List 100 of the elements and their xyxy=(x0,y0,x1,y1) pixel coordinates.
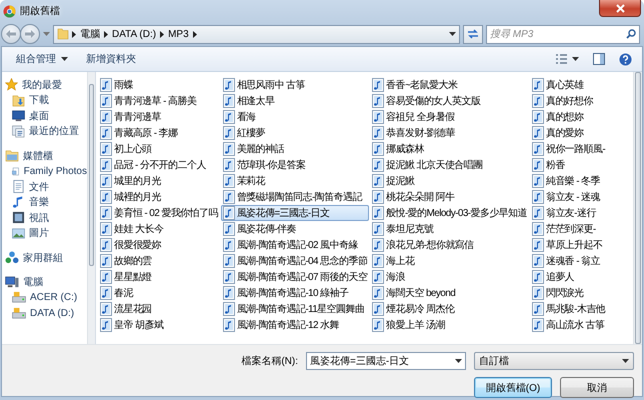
file-item[interactable]: 香香~老鼠愛大米 xyxy=(370,77,529,93)
file-item[interactable]: 桃花朵朵開 阿牛 xyxy=(370,189,529,205)
new-folder-button[interactable]: 新增資料夾 xyxy=(82,50,140,68)
view-options-button[interactable] xyxy=(554,52,581,66)
file-item[interactable]: 青青河邊草 - 高勝美 xyxy=(98,93,220,109)
sidebar-heading[interactable]: 電腦 xyxy=(5,274,87,290)
file-type-dropdown[interactable]: 自訂檔 xyxy=(474,352,634,370)
file-item[interactable]: 星星點燈 xyxy=(98,269,220,285)
file-item[interactable]: 粉香 xyxy=(530,157,608,173)
file-item[interactable]: 翁立友 - 迷魂 xyxy=(530,189,608,205)
sidebar-item[interactable]: 音樂 xyxy=(5,194,87,210)
refresh-button[interactable] xyxy=(463,24,483,44)
sidebar-heading[interactable]: 我的最愛 xyxy=(5,77,87,92)
file-item[interactable]: 春泥 xyxy=(98,285,220,301)
file-item[interactable]: 紅樓夢 xyxy=(220,125,370,141)
file-item[interactable]: 捉泥鰍 xyxy=(370,173,529,189)
filename-field[interactable]: 風姿花傳=三國志-日文 xyxy=(306,352,466,370)
file-item[interactable]: 娃娃 大长今 xyxy=(98,221,220,237)
file-item[interactable]: 浪花兄弟-想你就寫信 xyxy=(370,237,529,253)
file-item[interactable]: 純音樂 - 冬季 xyxy=(530,173,608,189)
file-item[interactable]: 青青河邊草 xyxy=(98,109,220,125)
file-item[interactable]: 挪威森林 xyxy=(370,141,529,157)
file-item[interactable]: 祝你一路順風- xyxy=(530,141,608,157)
file-item[interactable]: 泰坦尼克號 xyxy=(370,221,529,237)
file-item[interactable]: 風姿花傳=三國志-日文 xyxy=(220,205,370,221)
file-item[interactable]: 相思风雨中 古箏 xyxy=(220,77,370,93)
search-field[interactable]: 搜尋 MP3 xyxy=(486,24,640,44)
file-item[interactable]: 煙花易冷 周杰伦 xyxy=(370,301,529,317)
file-item[interactable]: 看海 xyxy=(220,109,370,125)
file-item[interactable]: 姜育恒 - 02 愛我你怕了吗 xyxy=(98,205,220,221)
file-item[interactable]: 捉泥鰍 北京天使合唱團 xyxy=(370,157,529,173)
file-item[interactable]: 皇帝 胡彥斌 xyxy=(98,317,220,333)
sidebar-item[interactable]: 最近的位置 xyxy=(5,124,87,139)
file-item[interactable]: 風潮-陶笛奇遇記-04 思念的季節 xyxy=(220,253,370,269)
file-item[interactable]: 初上心頭 xyxy=(98,141,220,157)
file-item[interactable]: 真的想妳 xyxy=(530,109,608,125)
file-item[interactable]: 青藏高原 - 李娜 xyxy=(98,125,220,141)
sidebar-item[interactable]: DATA (D:) xyxy=(5,306,87,321)
file-item[interactable]: 海上花 xyxy=(370,253,529,269)
file-item[interactable]: 風潮-陶笛奇遇記-10 綠袖子 xyxy=(220,285,370,301)
file-item[interactable]: 風潮-陶笛奇遇記-02 風中奇緣 xyxy=(220,237,370,253)
file-item[interactable]: 容易受傷的女人英文版 xyxy=(370,93,529,109)
file-item[interactable]: 美麗的神話 xyxy=(220,141,370,157)
cancel-button[interactable]: 取消 xyxy=(560,377,634,398)
organize-menu-button[interactable]: 組合管理 xyxy=(12,50,72,68)
preview-pane-button[interactable] xyxy=(591,51,607,67)
sidebar-item[interactable]: 圖片 xyxy=(5,226,87,241)
breadcrumb[interactable]: 電腦 xyxy=(79,27,101,41)
file-item[interactable]: 馬兆駿-木吉他 xyxy=(530,301,608,317)
file-item[interactable]: 追夢人 xyxy=(530,269,608,285)
file-item[interactable]: 恭喜发财-劉德華 xyxy=(370,125,529,141)
breadcrumb[interactable]: DATA (D:) xyxy=(111,28,158,40)
file-item[interactable]: 風潮-陶笛奇遇記-11星空圓舞曲 xyxy=(220,301,370,317)
file-item[interactable]: 迷魂香 - 翁立 xyxy=(530,253,608,269)
file-item[interactable]: 城裡的月光 xyxy=(98,189,220,205)
file-item[interactable]: 范瑋琪-你是答案 xyxy=(220,157,370,173)
file-item[interactable]: 真心英雄 xyxy=(530,77,608,93)
forward-button[interactable] xyxy=(20,24,40,44)
file-item[interactable]: 般悅-愛的Melody-03-愛多少早知道 xyxy=(370,205,529,221)
file-item[interactable]: 容祖兒 全身暑假 xyxy=(370,109,529,125)
sidebar-item[interactable]: 文件 xyxy=(5,179,87,194)
open-button[interactable]: 開啟舊檔(O) xyxy=(474,377,552,398)
history-dropdown[interactable] xyxy=(43,32,50,36)
file-item[interactable]: 風姿花傳-伴奏 xyxy=(220,221,370,237)
file-item[interactable]: 草原上升起不 xyxy=(530,237,608,253)
close-button[interactable] xyxy=(599,0,641,17)
sidebar-item[interactable]: ACER (C:) xyxy=(5,290,87,306)
file-item[interactable]: 真的愛妳 xyxy=(530,125,608,141)
sidebar-item[interactable]: Family Photos xyxy=(5,164,87,179)
sidebar-item[interactable]: 視訊 xyxy=(5,210,87,226)
music-file-icon xyxy=(372,318,384,332)
file-item[interactable]: 風潮-陶笛奇遇記-12 水舞 xyxy=(220,317,370,333)
file-item[interactable]: 很愛很愛妳 xyxy=(98,237,220,253)
file-item[interactable]: 茉莉花 xyxy=(220,173,370,189)
music-file-icon xyxy=(222,78,235,92)
file-item[interactable]: 茫茫到深更- xyxy=(530,221,608,237)
file-item[interactable]: 高山流水 古箏 xyxy=(530,317,608,333)
file-item[interactable]: 海闊天空 beyond xyxy=(370,285,529,301)
file-item[interactable]: 流星花园 xyxy=(98,301,220,317)
file-item[interactable]: 風潮-陶笛奇遇記-07 雨後的天空 xyxy=(220,269,370,285)
file-item[interactable]: 真的好想你 xyxy=(530,93,608,109)
sidebar-heading[interactable]: 家用群組 xyxy=(5,250,87,266)
music-file-icon xyxy=(532,206,544,220)
sidebar-heading[interactable]: 媒體櫃 xyxy=(5,148,87,164)
file-item[interactable]: 海浪 xyxy=(370,269,529,285)
help-button[interactable] xyxy=(617,50,634,68)
file-item[interactable]: 狼愛上羊 汤潮 xyxy=(370,317,529,333)
file-item[interactable]: 閃閃淚光 xyxy=(530,285,608,301)
file-item[interactable]: 相逢太早 xyxy=(220,93,370,109)
breadcrumb[interactable]: MP3 xyxy=(167,28,190,40)
file-item[interactable]: 曾獎磁場陶笛同志-陶笛奇遇記 xyxy=(220,189,370,205)
address-bar[interactable]: 電腦 DATA (D:) MP3 xyxy=(53,24,460,44)
back-button[interactable] xyxy=(1,24,21,44)
file-item[interactable]: 城里的月光 xyxy=(98,173,220,189)
sidebar-item[interactable]: 下載 xyxy=(5,92,87,108)
file-item[interactable]: 翁立友-迷行 xyxy=(530,205,608,221)
sidebar-item[interactable]: 桌面 xyxy=(5,108,87,124)
file-item[interactable]: 故鄉的雲 xyxy=(98,253,220,269)
file-item[interactable]: 品冠 - 分不开的二个人 xyxy=(98,157,220,173)
file-item[interactable]: 雨蝶 xyxy=(98,77,220,93)
